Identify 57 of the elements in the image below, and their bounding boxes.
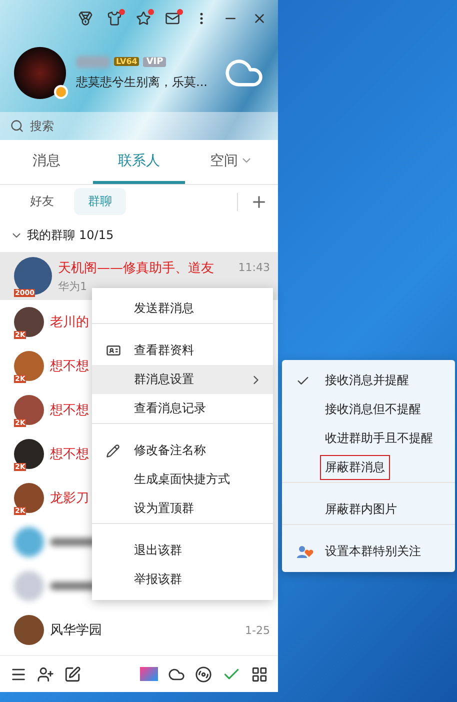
menu-label: 收进群助手且不提醒 [324, 430, 434, 447]
menu-item[interactable]: 屏蔽群内图片 [282, 482, 455, 524]
group-name[interactable]: 老川的 [50, 313, 89, 331]
pencil-icon [106, 444, 120, 458]
menu-item[interactable]: 生成桌面快捷方式 [92, 465, 273, 494]
message-preview: 华为1 [58, 278, 88, 294]
group-name[interactable]: 想不想 [50, 445, 89, 463]
star-icon[interactable] [136, 10, 151, 26]
menu-item[interactable]: 修改备注名称 [92, 423, 273, 465]
menu-label: 屏蔽群内图片 [324, 501, 398, 518]
vip-badge: VIP [143, 56, 166, 66]
menu-item[interactable]: 举报该群 [92, 565, 273, 594]
menu-item[interactable]: 设为置顶群 [92, 494, 273, 523]
add-icon[interactable] [237, 192, 268, 210]
subtab[interactable]: 好友 [16, 188, 68, 215]
avatar[interactable] [14, 47, 66, 99]
group-avatar [14, 615, 44, 645]
search-icon [10, 119, 24, 133]
group-name[interactable]: 风华学园 [50, 621, 102, 639]
group-title: 我的群聊 [27, 226, 75, 244]
time: 11:43 [238, 261, 270, 274]
menu-label: 接收消息但不提醒 [324, 401, 422, 418]
time: 1-25 [245, 624, 270, 636]
person-heart-icon [296, 544, 314, 558]
menu-item[interactable]: 查看消息记录 [92, 394, 273, 423]
disc-icon[interactable] [195, 666, 212, 682]
image-tile-icon[interactable] [140, 667, 158, 681]
tab[interactable]: 消息 [0, 140, 93, 184]
menu-item[interactable]: 退出该群 [92, 523, 273, 565]
menu-item[interactable]: 接收消息并提醒 [282, 366, 455, 395]
group-name[interactable]: 想不想 [50, 357, 89, 375]
signature: 悲莫悲兮生别离，乐莫... [76, 74, 208, 90]
menu-item[interactable]: 收进群助手且不提醒 [282, 424, 455, 453]
blurred-avatar [14, 571, 44, 601]
add-friend-icon[interactable] [37, 666, 54, 682]
tab[interactable]: 联系人 [92, 140, 186, 184]
group-count: 10/15 [79, 228, 114, 242]
mail-icon[interactable] [165, 10, 180, 26]
menu-label: 接收消息并提醒 [324, 372, 410, 389]
medal-icon[interactable] [78, 10, 93, 26]
tab[interactable]: 空间 [185, 140, 278, 184]
card-icon [106, 343, 121, 358]
blurred-avatar [14, 527, 44, 557]
group-name[interactable]: 龙影刀 [50, 489, 89, 507]
menu-label: 设置本群特别关注 [324, 543, 422, 560]
menu-item[interactable]: 群消息设置 [92, 365, 273, 394]
search-field[interactable]: 搜索 [0, 112, 278, 140]
shirt-icon[interactable] [107, 10, 122, 26]
grid-icon[interactable] [251, 666, 268, 682]
menu-item[interactable]: 设置本群特别关注 [282, 524, 455, 566]
blurred-name [76, 56, 110, 68]
menu-item[interactable]: 接收消息但不提醒 [282, 395, 455, 424]
level-badge: LV64 [114, 57, 140, 66]
outlined-label: 屏蔽群消息 [320, 455, 390, 480]
group-name[interactable]: 天机阁——修真助手、道友 [58, 258, 214, 276]
menu-item[interactable]: 屏蔽群消息 [282, 453, 455, 482]
group-name[interactable]: 想不想 [50, 401, 89, 419]
